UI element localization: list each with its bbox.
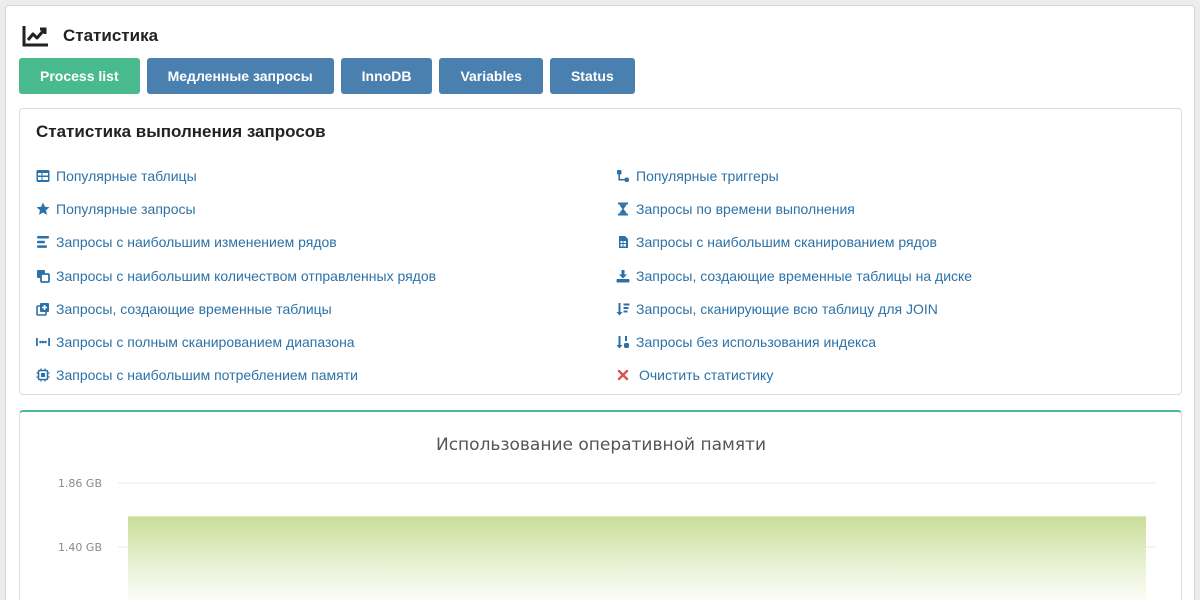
clone-icon [36, 269, 50, 283]
y-tick-label: 1.40 GB [58, 541, 102, 554]
link-label: Популярные таблицы [56, 167, 197, 184]
y-tick-label: 1.86 GB [58, 477, 102, 490]
memory-chart-card: Использование оперативной памяти 1.86 GB… [19, 410, 1182, 600]
link-label: Запросы с наибольшим изменением рядов [56, 234, 337, 251]
query-stats-card: Статистика выполнения запросов Популярны… [19, 108, 1182, 395]
tab-status[interactable]: Status [549, 58, 635, 94]
link-popular-triggers[interactable]: Популярные триггеры [616, 159, 972, 192]
tab-innodb[interactable]: InnoDB [340, 58, 433, 94]
align-left-icon [36, 235, 50, 249]
link-label: Запросы с наибольшим сканированием рядов [636, 234, 937, 251]
sim-card-icon [616, 235, 630, 249]
tab-bar: Process list Медленные запросы InnoDB Va… [19, 58, 635, 94]
times-icon [616, 368, 630, 382]
table-icon [36, 169, 50, 183]
link-popular-queries[interactable]: Популярные запросы [36, 192, 436, 225]
microchip-icon [36, 368, 50, 382]
card-title: Статистика выполнения запросов [36, 122, 326, 141]
link-label: Запросы по времени выполнения [636, 200, 855, 217]
link-disk-temp-tables[interactable]: Запросы, создающие временные таблицы на … [616, 259, 972, 292]
page-title: Статистика [63, 26, 159, 45]
page-header: Статистика [22, 20, 158, 52]
tab-variables[interactable]: Variables [439, 58, 543, 94]
hourglass-icon [616, 202, 630, 216]
link-label: Запросы, сканирующие всю таблицу для JOI… [636, 300, 938, 317]
link-full-range-scan[interactable]: Запросы с полным сканированием диапазона [36, 325, 436, 358]
chart-line-icon [22, 24, 50, 48]
range-icon [36, 335, 50, 349]
statistics-panel: Статистика Process list Медленные запрос… [5, 5, 1195, 600]
link-label: Запросы, создающие временные таблицы на … [636, 267, 973, 284]
tab-process-list[interactable]: Process list [19, 58, 140, 94]
link-label: Запросы с наибольшим потреблением памяти [56, 367, 358, 384]
link-most-sent-rows[interactable]: Запросы с наибольшим количеством отправл… [36, 259, 436, 292]
link-most-memory[interactable]: Запросы с наибольшим потреблением памяти [36, 359, 436, 392]
link-full-join-scan[interactable]: Запросы, сканирующие всю таблицу для JOI… [616, 292, 972, 325]
download-icon [616, 269, 630, 283]
link-label: Популярные триггеры [636, 167, 779, 184]
link-most-scanned-rows[interactable]: Запросы с наибольшим сканированием рядов [616, 226, 972, 259]
link-temp-tables[interactable]: Запросы, создающие временные таблицы [36, 292, 436, 325]
link-most-changed-rows[interactable]: Запросы с наибольшим изменением рядов [36, 226, 436, 259]
project-diagram-icon [616, 169, 630, 183]
tab-slow-queries[interactable]: Медленные запросы [146, 58, 334, 94]
sort-amount-icon [616, 302, 630, 316]
memory-area-series [128, 516, 1146, 600]
memory-chart: Использование оперативной памяти 1.86 GB… [58, 435, 1156, 600]
link-label: Запросы, создающие временные таблицы [56, 300, 332, 317]
sort-numeric-icon [616, 335, 630, 349]
link-label: Запросы с полным сканированием диапазона [56, 334, 355, 351]
plus-square-icon [36, 302, 50, 316]
link-popular-tables[interactable]: Популярные таблицы [36, 159, 436, 192]
link-label: Очистить статистику [639, 367, 774, 384]
left-link-column: Популярные таблицы Популярные запросы За… [36, 159, 436, 392]
link-label: Популярные запросы [56, 200, 196, 217]
link-label: Запросы без использования индекса [636, 334, 877, 351]
right-link-column: Популярные триггеры Запросы по времени в… [616, 159, 972, 392]
link-by-exec-time[interactable]: Запросы по времени выполнения [616, 192, 972, 225]
star-icon [36, 202, 50, 216]
link-clear-stats[interactable]: Очистить статистику [616, 359, 972, 392]
link-label: Запросы с наибольшим количеством отправл… [56, 267, 437, 284]
link-no-index[interactable]: Запросы без использования индекса [616, 325, 972, 358]
chart-title: Использование оперативной памяти [436, 435, 766, 455]
